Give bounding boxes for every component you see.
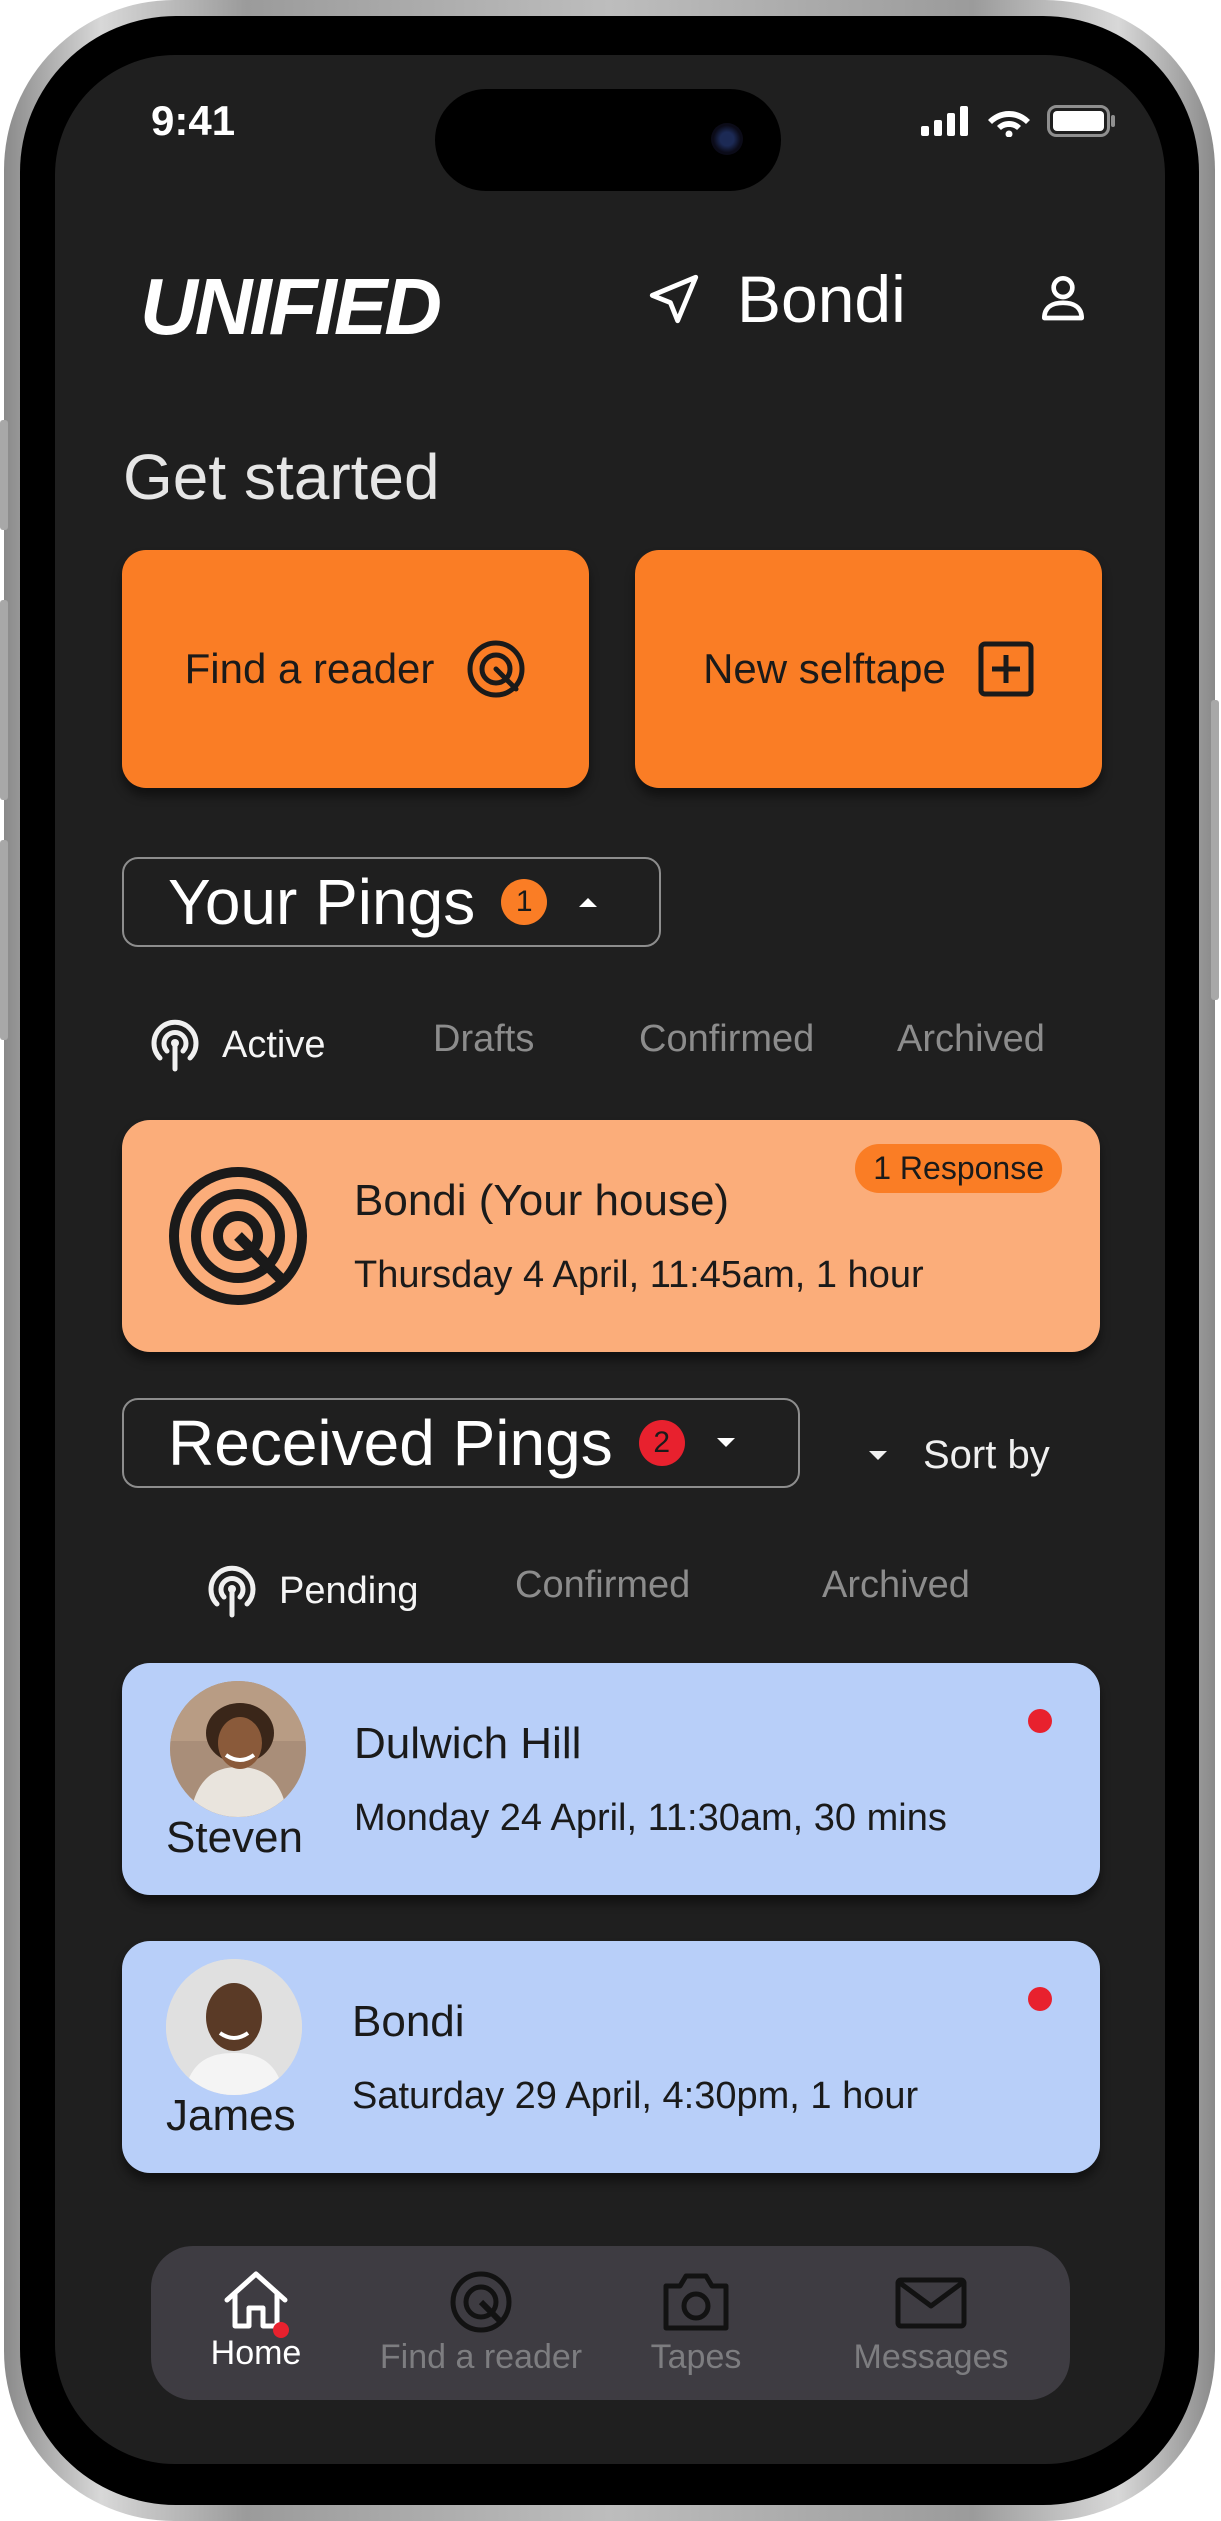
- tab-confirmed-label: Confirmed: [515, 1564, 691, 1606]
- wifi-icon: [988, 111, 1030, 137]
- mail-icon: [895, 2277, 967, 2329]
- power-button: [1211, 700, 1219, 1000]
- sender-name: Steven: [166, 1813, 303, 1862]
- dynamic-island: [435, 89, 781, 191]
- reader-target-icon: [169, 1167, 307, 1305]
- received-pings-tabs: Pending Confirmed Archived: [55, 1564, 1165, 1624]
- your-pings-tabs: Active Drafts Confirmed Archived: [55, 1018, 1165, 1078]
- tab-active-label: Active: [222, 1023, 326, 1066]
- tab-archived-label: Archived: [897, 1018, 1045, 1060]
- tab-archived[interactable]: Archived: [897, 1018, 1045, 1061]
- nav-tapes-label: Tapes: [650, 2338, 742, 2376]
- your-pings-dropdown[interactable]: Your Pings 1: [122, 857, 661, 947]
- nav-messages-label: Messages: [853, 2338, 1009, 2376]
- avatar-photo-steven: [170, 1681, 306, 1817]
- notification-dot: [273, 2322, 289, 2338]
- bottom-navigation: Home Find a reader Tapes Messages: [151, 2246, 1070, 2400]
- nav-find-reader[interactable]: Find a reader: [371, 2270, 591, 2377]
- profile-icon[interactable]: [1035, 269, 1091, 325]
- avatar: [170, 1681, 306, 1817]
- nav-home[interactable]: Home: [201, 2270, 311, 2373]
- received-ping-card[interactable]: Steven Dulwich Hill Monday 24 April, 11:…: [122, 1663, 1100, 1895]
- find-reader-label: Find a reader: [184, 645, 435, 692]
- sort-by-label: Sort by: [923, 1433, 1050, 1477]
- your-pings-count-badge: 1: [501, 879, 548, 925]
- volume-down-button: [0, 840, 8, 1040]
- sort-by-button[interactable]: Sort by: [867, 1433, 1050, 1478]
- avatar: [166, 1959, 302, 2095]
- tab-pending[interactable]: Pending: [205, 1564, 418, 1618]
- tab-active[interactable]: Active: [148, 1018, 325, 1072]
- front-camera: [711, 123, 743, 155]
- sender-name: James: [166, 2091, 296, 2140]
- received-pings-title: Received Pings: [168, 1407, 613, 1479]
- ping-card-subtitle: Saturday 29 April, 4:30pm, 1 hour: [352, 2075, 919, 2117]
- ping-card-subtitle: Thursday 4 April, 11:45am, 1 hour: [354, 1254, 924, 1296]
- nav-messages[interactable]: Messages: [841, 2270, 1021, 2377]
- response-count-badge: 1 Response: [855, 1144, 1062, 1193]
- broadcast-icon: [151, 1019, 199, 1072]
- broadcast-icon: [208, 1565, 256, 1618]
- volume-up-button: [0, 600, 8, 800]
- find-reader-button[interactable]: Find a reader: [122, 550, 589, 788]
- received-pings-count-badge: 2: [638, 1420, 685, 1466]
- camera-icon: [663, 2273, 729, 2331]
- ping-card-subtitle: Monday 24 April, 11:30am, 30 mins: [354, 1797, 947, 1839]
- caret-down-icon: [869, 1450, 887, 1460]
- your-ping-card[interactable]: Bondi (Your house) Thursday 4 April, 11:…: [122, 1120, 1100, 1352]
- tab-drafts-label: Drafts: [433, 1018, 535, 1060]
- your-pings-title: Your Pings: [168, 866, 476, 938]
- reader-target-icon: [467, 640, 525, 698]
- nav-tapes[interactable]: Tapes: [641, 2270, 751, 2377]
- app-header: UNIFIED Bondi: [55, 235, 1165, 355]
- tab-archived[interactable]: Archived: [822, 1564, 970, 1607]
- location-arrow-icon: [649, 274, 699, 324]
- tab-drafts[interactable]: Drafts: [433, 1018, 534, 1061]
- ping-card-title: Bondi: [352, 1997, 465, 2046]
- battery-icon: [1047, 105, 1115, 137]
- cellular-signal-icon: [921, 106, 968, 136]
- tab-archived-label: Archived: [822, 1564, 970, 1606]
- get-started-title: Get started: [123, 441, 440, 513]
- caret-up-icon: [579, 898, 598, 907]
- status-bar: 9:41: [55, 55, 1165, 191]
- new-selftape-label: New selftape: [703, 645, 946, 692]
- ping-card-title: Bondi (Your house): [354, 1176, 730, 1225]
- avatar-photo-james: [166, 1959, 302, 2095]
- status-icons: [921, 105, 1117, 137]
- app-screen: 9:41 UNIFIED Bondi Get started Find a re…: [55, 55, 1165, 2464]
- home-icon: [224, 2271, 288, 2329]
- tab-confirmed-label: Confirmed: [639, 1018, 815, 1060]
- app-logo: UNIFIED: [140, 262, 442, 351]
- received-pings-dropdown[interactable]: Received Pings 2: [122, 1398, 800, 1488]
- reader-target-icon: [450, 2271, 512, 2333]
- tab-pending-label: Pending: [279, 1569, 419, 1612]
- ping-card-title: Dulwich Hill: [354, 1719, 582, 1768]
- status-time: 9:41: [151, 97, 236, 144]
- unread-indicator: [1028, 1987, 1052, 2011]
- nav-find-reader-label: Find a reader: [379, 2338, 583, 2376]
- add-box-icon: [978, 641, 1034, 697]
- location-label: Bondi: [737, 262, 906, 336]
- new-selftape-button[interactable]: New selftape: [635, 550, 1102, 788]
- tab-confirmed[interactable]: Confirmed: [639, 1018, 814, 1061]
- unread-indicator: [1028, 1709, 1052, 1733]
- mute-switch: [0, 420, 8, 530]
- caret-down-icon: [716, 1438, 735, 1447]
- nav-home-label: Home: [210, 2334, 302, 2372]
- location-selector[interactable]: Bondi: [645, 261, 906, 337]
- tab-confirmed[interactable]: Confirmed: [515, 1564, 690, 1607]
- received-ping-card[interactable]: James Bondi Saturday 29 April, 4:30pm, 1…: [122, 1941, 1100, 2173]
